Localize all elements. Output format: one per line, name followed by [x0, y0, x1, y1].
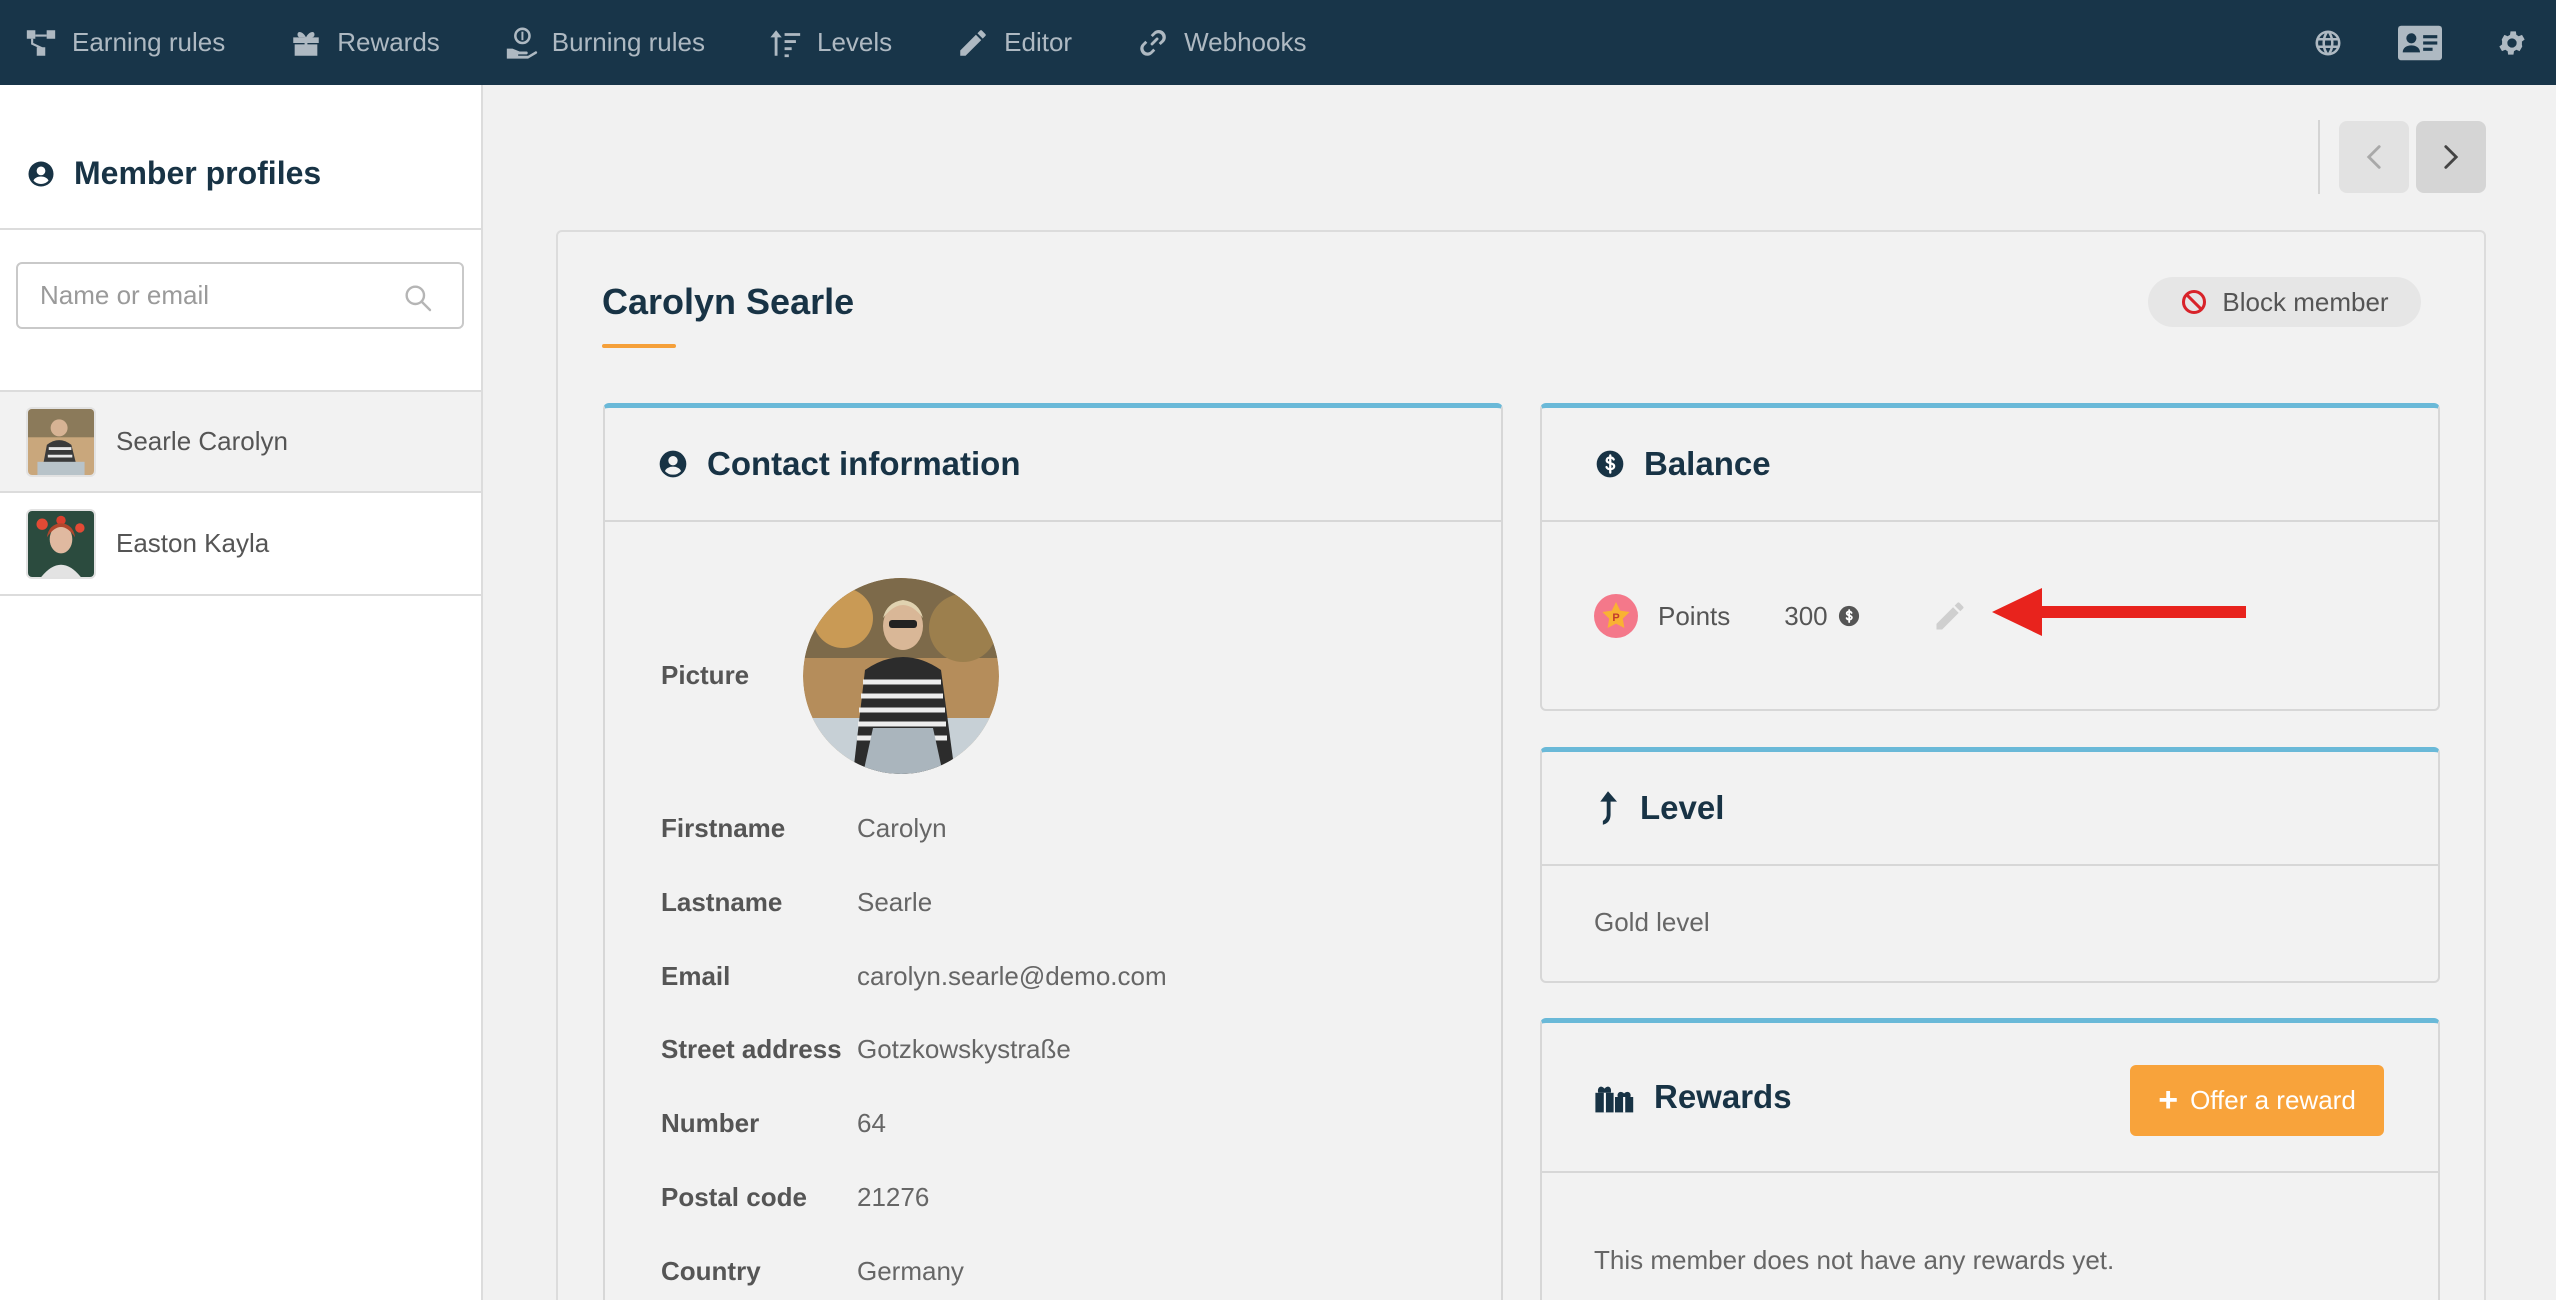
gifts-icon: [1595, 1086, 1634, 1113]
chevron-left-icon: [2366, 145, 2381, 169]
points-badge-icon: P: [1594, 594, 1638, 638]
number-label: Number: [661, 1108, 760, 1138]
member-name: Searle Carolyn: [116, 426, 288, 456]
globe-icon: [2315, 30, 2341, 55]
points-row: P Points 300: [1594, 594, 1968, 638]
nav-burning-rules-label: Burning rules: [551, 27, 705, 57]
nav-webhooks[interactable]: Webhooks: [1136, 0, 1306, 85]
profile-name: Carolyn Searle: [602, 281, 855, 322]
member-name: Easton Kayla: [116, 528, 270, 558]
red-arrow-annotation: [1992, 588, 2246, 636]
level-panel: Level Gold level: [1540, 747, 2440, 983]
next-member-button[interactable]: [2416, 121, 2486, 193]
member-search-box: [16, 262, 464, 329]
contact-card-icon: [2398, 25, 2442, 60]
svg-text:P: P: [1612, 612, 1619, 624]
member-sidebar: Member profiles Searle Carolyn: [0, 85, 483, 1300]
avatar: [26, 508, 96, 579]
level-header: Level: [1542, 752, 2438, 866]
country-value: Germany: [857, 1256, 964, 1286]
postal-code-label: Postal code: [661, 1182, 807, 1212]
member-list: Searle Carolyn Easton Kayla: [0, 390, 481, 596]
firstname-value: Carolyn: [857, 813, 947, 843]
street-address-label: Street address: [661, 1034, 842, 1064]
lastname-value: Searle: [857, 887, 933, 917]
profile-card-button[interactable]: [2398, 21, 2442, 65]
search-icon[interactable]: [402, 282, 434, 314]
rewards-title: Rewards: [1654, 1078, 1792, 1115]
contact-information-panel: Contact information Picture Firstname Ca…: [603, 403, 1503, 1300]
main-nav: Earning rules Rewards Burning rules Leve…: [0, 0, 1370, 85]
nav-levels[interactable]: Levels: [769, 0, 892, 85]
arrow-up-icon: [1600, 791, 1617, 825]
top-navigation-bar: Earning rules Rewards Burning rules Leve…: [0, 0, 2556, 85]
block-icon: [2182, 289, 2207, 315]
top-right-tools: [2306, 0, 2556, 85]
levels-icon: [770, 29, 801, 57]
sidebar-title: Member profiles: [26, 155, 321, 192]
member-item-searle-carolyn[interactable]: Searle Carolyn: [0, 390, 481, 493]
offer-reward-label: Offer a reward: [2190, 1085, 2356, 1115]
nav-rewards-label: Rewards: [337, 27, 440, 57]
previous-member-button[interactable]: [2339, 121, 2409, 193]
coin-icon: [1838, 605, 1859, 627]
pencil-icon: [960, 29, 986, 56]
sidebar-title-text: Member profiles: [74, 155, 322, 191]
level-title: Level: [1640, 789, 1725, 826]
gear-icon: [2499, 30, 2525, 55]
points-value: 300: [1784, 600, 1828, 631]
firstname-label: Firstname: [661, 813, 786, 843]
balance-panel: Balance P Points 300: [1540, 403, 2440, 711]
gift-icon: [293, 31, 319, 56]
member-search-input[interactable]: [18, 280, 378, 311]
language-button[interactable]: [2306, 21, 2350, 65]
nav-editor-label: Editor: [1004, 27, 1073, 57]
level-value: Gold level: [1594, 907, 1710, 937]
user-circle-icon: [28, 161, 54, 186]
number-value: 64: [857, 1108, 886, 1138]
nav-burning-rules[interactable]: Burning rules: [504, 0, 705, 85]
pager-divider: [2318, 120, 2320, 194]
user-circle-icon: [659, 450, 687, 478]
chevron-right-icon: [2444, 145, 2459, 169]
dollar-circle-icon: [1596, 450, 1624, 478]
nav-rewards[interactable]: Rewards: [289, 0, 440, 85]
contact-information-header: Contact information: [605, 408, 1501, 522]
offer-reward-button[interactable]: + Offer a reward: [2130, 1065, 2384, 1136]
rewards-empty-message: This member does not have any rewards ye…: [1594, 1245, 2115, 1275]
lastname-label: Lastname: [661, 887, 783, 917]
edit-points-icon[interactable]: [1932, 598, 1968, 634]
burning-rules-icon: [506, 27, 537, 59]
earning-rules-icon: [26, 29, 56, 56]
nav-earning-rules-label: Earning rules: [72, 27, 226, 57]
plus-icon: +: [2158, 1081, 2179, 1119]
email-label: Email: [661, 961, 731, 991]
postal-code-value: 21276: [857, 1182, 930, 1212]
street-address-value: Gotzkowskystraße: [857, 1034, 1071, 1064]
profile-picture: [803, 578, 999, 774]
settings-button[interactable]: [2490, 21, 2534, 65]
contact-information-title: Contact information: [707, 445, 1021, 482]
avatar: [26, 406, 96, 477]
link-icon: [1140, 29, 1166, 56]
rewards-panel: Rewards + Offer a reward This member doe…: [1540, 1018, 2440, 1300]
country-label: Country: [661, 1256, 761, 1286]
nav-levels-label: Levels: [817, 27, 893, 57]
member-item-easton-kayla[interactable]: Easton Kayla: [0, 493, 481, 596]
nav-webhooks-label: Webhooks: [1184, 27, 1307, 57]
block-member-label: Block member: [2222, 286, 2389, 317]
nav-earning-rules[interactable]: Earning rules: [24, 0, 225, 85]
title-underline: [602, 344, 676, 348]
nav-editor[interactable]: Editor: [956, 0, 1072, 85]
balance-title: Balance: [1644, 445, 1771, 482]
block-member-button[interactable]: Block member: [2148, 277, 2421, 327]
email-value: carolyn.searle@demo.com: [857, 961, 1167, 991]
picture-label: Picture: [661, 660, 750, 690]
points-label: Points: [1658, 600, 1731, 631]
sidebar-divider: [0, 228, 481, 230]
balance-header: Balance: [1542, 408, 2438, 522]
